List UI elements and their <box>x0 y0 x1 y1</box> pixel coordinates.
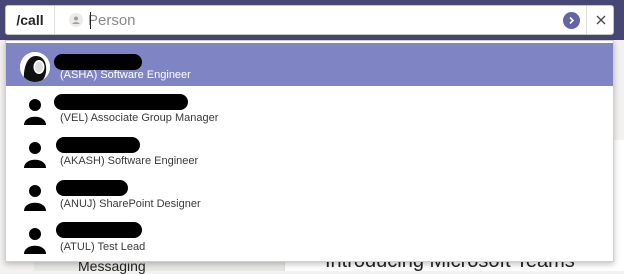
result-item-vel[interactable]: (VEL) Associate Group Manager <box>6 86 613 129</box>
result-subtitle: (VEL) Associate Group Manager <box>60 112 219 124</box>
chevron-right-icon <box>569 16 575 25</box>
close-button[interactable] <box>586 6 615 34</box>
redacted-name <box>56 222 142 238</box>
result-item-asha[interactable]: (ASHA) Software Engineer <box>6 43 613 86</box>
result-item-atul[interactable]: (ATUL) Test Lead <box>6 215 613 258</box>
profile-photo-icon <box>20 52 50 82</box>
result-subtitle: (AKASH) Software Engineer <box>60 155 199 167</box>
person-silhouette-icon <box>20 224 50 254</box>
result-subtitle: (ANUJ) SharePoint Designer <box>60 198 201 210</box>
result-item-akash[interactable]: (AKASH) Software Engineer <box>6 129 613 172</box>
result-subtitle: (ATUL) Test Lead <box>60 241 146 253</box>
redacted-name <box>56 180 128 196</box>
command-bar: /call <box>5 5 614 35</box>
person-silhouette-icon <box>20 181 50 211</box>
person-icon <box>69 13 83 27</box>
person-silhouette-icon <box>20 95 50 125</box>
redacted-name <box>56 137 140 153</box>
close-icon <box>596 15 606 25</box>
person-search-input[interactable] <box>88 9 558 31</box>
command-label: /call <box>6 6 55 34</box>
redacted-name <box>54 94 188 110</box>
redacted-name <box>54 54 142 70</box>
avatar <box>20 52 50 82</box>
submit-button[interactable] <box>563 12 580 29</box>
result-subtitle: (ASHA) Software Engineer <box>60 69 191 81</box>
results-dropdown: (ASHA) Software Engineer (VEL) Associate… <box>5 40 614 262</box>
result-item-anuj[interactable]: (ANUJ) SharePoint Designer <box>6 172 613 215</box>
person-silhouette-icon <box>20 138 50 168</box>
text-caret <box>90 12 91 29</box>
